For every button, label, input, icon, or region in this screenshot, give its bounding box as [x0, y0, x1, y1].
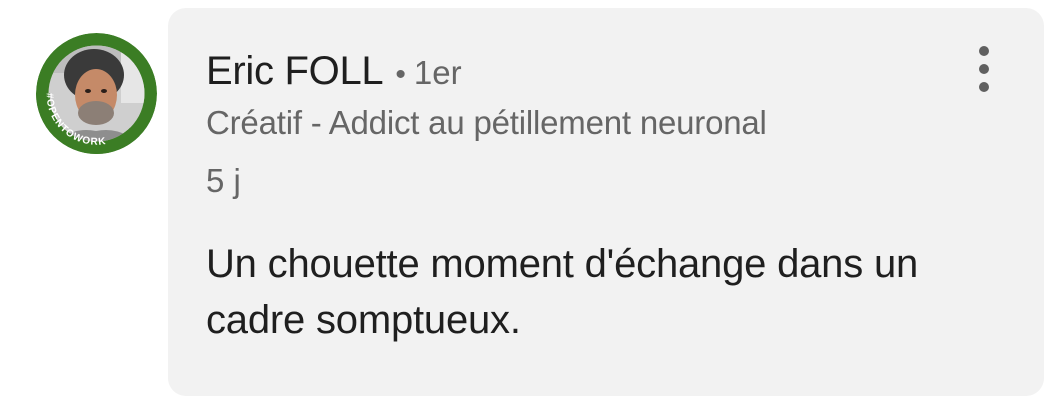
avatar-image: #OPENTOWORK	[36, 33, 157, 154]
comment-text: Un chouette moment d'échange dans un cad…	[206, 242, 919, 342]
comment-item: #OPENTOWORK Eric FOLL • 1er Créatif - Ad…	[0, 0, 1045, 407]
author-row: Eric FOLL • 1er	[206, 49, 462, 99]
author-name[interactable]: Eric FOLL	[206, 49, 384, 94]
author-headline: Créatif - Addict au pétillement neuronal	[206, 104, 767, 141]
separator-dot: •	[395, 58, 406, 91]
comment-timestamp: 5 j	[206, 162, 241, 199]
more-options-button[interactable]	[972, 46, 996, 92]
comment-bubble: Eric FOLL • 1er Créatif - Addict au péti…	[168, 8, 1044, 396]
avatar[interactable]: #OPENTOWORK	[36, 33, 157, 154]
connection-degree: 1er	[413, 54, 462, 91]
